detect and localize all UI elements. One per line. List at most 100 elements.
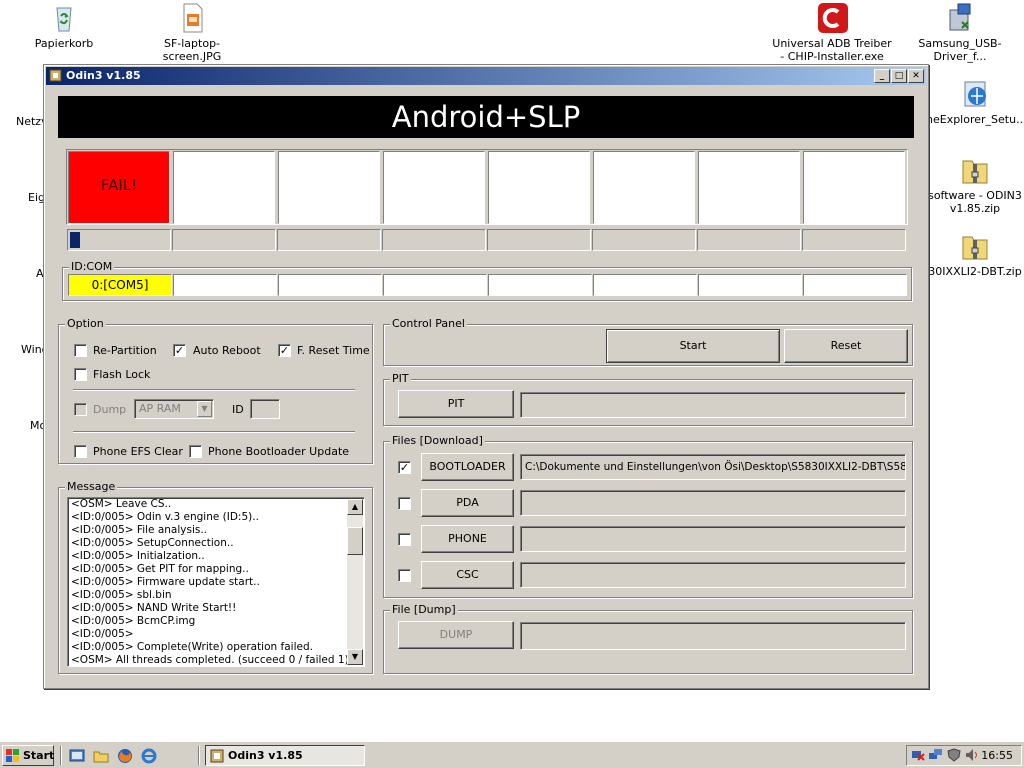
message-line: <ID:0/005> NAND Write Start!! xyxy=(71,602,237,614)
progress-bar xyxy=(592,229,696,251)
start-menu-button[interactable]: Start xyxy=(2,745,54,766)
re-partition-checkbox[interactable] xyxy=(74,344,87,357)
internet-explorer-icon[interactable] xyxy=(141,748,157,764)
image-file-icon xyxy=(176,2,208,34)
desktop-icon-explorer-setup[interactable]: neExplorer_Setu... xyxy=(926,78,1024,126)
slot-status xyxy=(488,151,590,224)
desktop-icon-label: Universal ADB Treiber - CHIP-Installer.e… xyxy=(772,37,892,63)
pit-group: PIT PIT xyxy=(383,372,913,426)
dump-button[interactable]: DUMP xyxy=(398,621,514,649)
option-label: Option xyxy=(65,317,106,330)
dump-label: Dump xyxy=(93,403,127,416)
system-tray: 16:55 xyxy=(906,745,1022,766)
desktop-icon-label: Papierkorb xyxy=(34,37,94,50)
desktop-icon-label: neExplorer_Setu... xyxy=(926,113,1024,126)
maximize-button[interactable]: □ xyxy=(891,69,907,83)
dump-checkbox[interactable] xyxy=(74,403,87,416)
recycle-bin-icon xyxy=(48,2,80,34)
window-title: Odin3 v1.85 xyxy=(66,69,141,82)
phone-checkbox[interactable] xyxy=(398,533,411,546)
auto-reboot-checkbox[interactable]: ✓ xyxy=(173,344,186,357)
explorer-folder-icon[interactable] xyxy=(93,748,109,764)
phone-bootloader-update-checkbox[interactable] xyxy=(189,445,202,458)
zip-folder-icon xyxy=(959,154,991,186)
message-line: <ID:0/005> SetupConnection.. xyxy=(71,537,234,549)
pda-path-field[interactable] xyxy=(520,490,906,516)
message-line: <OSM> Leave CS.. xyxy=(71,498,172,510)
scroll-down-icon[interactable]: ▼ xyxy=(347,649,363,665)
message-line: <ID:0/005> xyxy=(71,628,134,640)
bootloader-checkbox[interactable]: ✓ xyxy=(398,461,411,474)
csc-path-field[interactable] xyxy=(520,562,906,588)
slot-status-panel: FAIL! xyxy=(66,149,908,225)
slot-status xyxy=(593,151,695,224)
phone-button[interactable]: PHONE xyxy=(421,525,514,553)
progress-bar xyxy=(697,229,801,251)
progress-bar xyxy=(487,229,591,251)
phone-efs-clear-label: Phone EFS Clear xyxy=(93,445,183,458)
com-port-cell xyxy=(488,274,592,296)
close-button[interactable]: ✕ xyxy=(908,69,924,83)
files-download-label: Files [Download] xyxy=(390,434,485,447)
dump-select[interactable]: AP RAM ▼ xyxy=(134,399,214,419)
progress-bar xyxy=(67,229,171,251)
phone-path-field[interactable] xyxy=(520,526,906,552)
csc-button[interactable]: CSC xyxy=(421,561,514,589)
minimize-button[interactable]: _ xyxy=(874,69,890,83)
f-reset-time-checkbox[interactable]: ✓ xyxy=(278,344,291,357)
message-lines: <OSM> Leave CS.. <ID:0/005> Odin v.3 engi… xyxy=(71,498,349,666)
flash-lock-checkbox[interactable] xyxy=(74,368,87,381)
dump-path-field[interactable] xyxy=(520,622,906,650)
option-group: Option Re-Partition ✓ Auto Reboot ✓ F. R… xyxy=(58,317,373,464)
dump-id-field[interactable] xyxy=(250,399,280,419)
files-download-group: Files [Download] ✓ BOOTLOADER C:\Dokumen… xyxy=(383,434,913,598)
desktop-icon-sf-laptop-screen[interactable]: SF-laptop-screen.JPG xyxy=(138,2,246,63)
bootloader-button[interactable]: BOOTLOADER xyxy=(421,453,514,481)
com-port-cell xyxy=(803,274,907,296)
bootloader-path-field[interactable]: C:\Dokumente und Einstellungen\von Ösi\D… xyxy=(520,454,906,480)
title-bar[interactable]: Odin3 v1.85 _ □ ✕ xyxy=(46,67,926,85)
desktop-icon-papierkorb[interactable]: Papierkorb xyxy=(30,2,98,50)
start-button[interactable]: Start xyxy=(606,329,780,363)
phone-efs-clear-checkbox[interactable] xyxy=(74,445,87,458)
pit-path-field[interactable] xyxy=(520,392,906,418)
volume-icon[interactable] xyxy=(965,748,979,762)
desktop-icon-label: SF-laptop-screen.JPG xyxy=(162,37,222,63)
taskbar-item-odin[interactable]: Odin3 v1.85 xyxy=(205,745,365,766)
message-line: <ID:0/005> Firmware update start.. xyxy=(71,576,260,588)
security-shield-icon[interactable] xyxy=(947,748,961,762)
pda-button[interactable]: PDA xyxy=(421,489,514,517)
firefox-icon[interactable] xyxy=(117,748,133,764)
desktop-icon-label: 30IXXLI2-DBT.zip xyxy=(928,265,1022,278)
network-status-icon[interactable] xyxy=(911,748,925,762)
progress-bar xyxy=(172,229,276,251)
desktop-icon-universal-adb[interactable]: Universal ADB Treiber - CHIP-Installer.e… xyxy=(770,2,894,63)
quicklaunch-divider xyxy=(60,746,62,765)
show-desktop-icon[interactable] xyxy=(69,748,85,764)
desktop-icon-samsung-usb-driver[interactable]: Samsung_USB-Driver_f... xyxy=(896,2,1024,63)
message-line: <ID:0/005> BcmCP.img xyxy=(71,615,196,627)
slot-status xyxy=(173,151,275,224)
clock: 16:55 xyxy=(981,749,1013,762)
message-scrollbar[interactable]: ▲ ▼ xyxy=(347,499,363,665)
progress-fill xyxy=(70,232,81,248)
desktop-icon-odin-zip[interactable]: software - ODIN3 v1.85.zip xyxy=(926,154,1024,215)
control-panel-group: Control Panel Start Reset xyxy=(383,317,913,366)
network-connection-icon[interactable] xyxy=(929,748,943,762)
scroll-up-icon[interactable]: ▲ xyxy=(347,499,363,515)
scroll-thumb[interactable] xyxy=(347,527,363,555)
message-line: <ID:0/005> File analysis.. xyxy=(71,524,208,536)
pit-button[interactable]: PIT xyxy=(398,390,514,418)
taskbar: Start Odin3 v1.85 16:55 xyxy=(0,741,1024,768)
csc-checkbox[interactable] xyxy=(398,569,411,582)
desktop-icon-firmware-zip[interactable]: 30IXXLI2-DBT.zip xyxy=(926,230,1024,278)
message-log[interactable]: <OSM> Leave CS.. <ID:0/005> Odin v.3 engi… xyxy=(67,497,365,667)
pda-checkbox[interactable] xyxy=(398,497,411,510)
idcom-group: ID:COM 0:[COM5] xyxy=(62,260,912,301)
control-panel-label: Control Panel xyxy=(390,317,467,330)
com-port-cell xyxy=(593,274,697,296)
reset-button[interactable]: Reset xyxy=(784,329,908,363)
odin-window: Odin3 v1.85 _ □ ✕ Android+SLP FAIL! ID:C… xyxy=(43,64,929,689)
installer-package-icon xyxy=(944,2,976,34)
com-port-cell: 0:[COM5] xyxy=(68,274,172,296)
